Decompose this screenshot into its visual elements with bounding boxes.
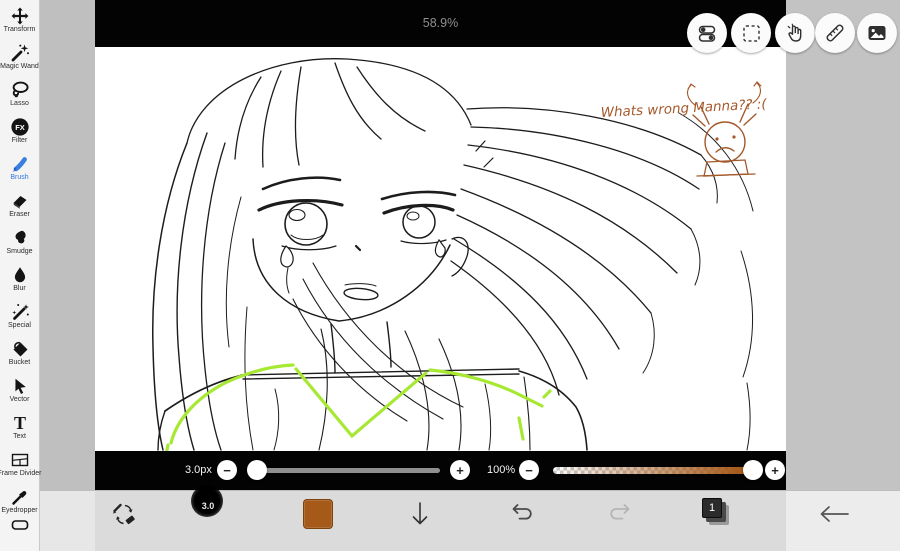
tool-label: Brush xyxy=(10,174,29,181)
sidebar-item-blur[interactable]: Blur xyxy=(0,259,39,296)
current-color-swatch[interactable] xyxy=(303,499,333,529)
redo-button[interactable] xyxy=(605,501,633,525)
paint-app-window: Transform Magic Wand Lasso FX Filter Bru… xyxy=(0,0,900,551)
canvas-artwork: Whats wrong Manna?? :( xyxy=(152,58,768,451)
lasso-icon xyxy=(10,79,30,100)
back-arrow-icon xyxy=(820,506,849,522)
opacity-decrease-button[interactable]: − xyxy=(519,460,539,480)
tool-sidebar: Transform Magic Wand Lasso FX Filter Bru… xyxy=(0,0,42,551)
layer-count-badge: 1 xyxy=(702,498,722,518)
tool-label: Text xyxy=(13,433,26,440)
sidebar-item-brush[interactable]: Brush xyxy=(0,148,39,185)
sidebar-item-filter[interactable]: FX Filter xyxy=(0,111,39,148)
smudge-icon xyxy=(10,227,30,248)
back-button[interactable] xyxy=(816,503,852,525)
workspace-background: 58.9% Whats wrong Manna??:(3.0px − + 1… xyxy=(40,0,786,490)
ruler-button[interactable] xyxy=(815,13,855,53)
opacity-increase-button[interactable]: + xyxy=(765,460,785,480)
image-icon xyxy=(868,26,886,40)
undo-icon xyxy=(512,503,532,519)
layers-button[interactable]: 1 xyxy=(702,498,732,528)
sidebar-item-partial[interactable] xyxy=(0,518,39,532)
svg-text:FX: FX xyxy=(15,122,25,131)
hand-gesture-button[interactable] xyxy=(775,13,815,53)
tool-label: Vector xyxy=(9,396,30,403)
magic-wand-icon xyxy=(10,42,30,63)
size-slider-track[interactable] xyxy=(247,460,440,480)
chibi-doodle xyxy=(686,81,762,177)
marquee-selection-icon xyxy=(742,24,760,42)
panel-icon xyxy=(11,520,28,530)
tool-label: Special xyxy=(8,322,31,329)
brush-icon xyxy=(10,153,30,174)
vector-cursor-icon xyxy=(10,375,30,396)
sidebar-item-transform[interactable]: Transform xyxy=(0,0,39,37)
right-side-panel xyxy=(786,0,900,490)
brush-size-preview[interactable]: 3.0 xyxy=(191,485,225,519)
sidebar-item-text[interactable]: T Text xyxy=(0,407,39,444)
tool-label: Smudge xyxy=(6,248,33,255)
green-collar-highlight xyxy=(165,363,552,451)
girl-face-sketch xyxy=(252,140,494,322)
tool-label: Blur xyxy=(13,285,26,292)
tool-label: Eyedropper xyxy=(1,507,38,514)
tool-label: Lasso xyxy=(10,100,29,107)
redo-icon xyxy=(609,503,629,519)
opacity-slider-knob[interactable] xyxy=(743,460,763,480)
text-tool-icon: T xyxy=(10,412,30,433)
down-arrow-icon xyxy=(412,502,428,525)
tool-label: Magic Wand xyxy=(0,63,39,70)
filter-fx-icon: FX xyxy=(10,116,30,137)
tool-label: Transform xyxy=(3,26,36,33)
brush-size-value: 3.0 xyxy=(201,501,215,511)
brush-eraser-swap-button[interactable] xyxy=(110,500,138,528)
special-pen-icon xyxy=(10,301,30,322)
eyedropper-icon xyxy=(10,486,30,507)
ruler-icon xyxy=(826,24,844,42)
brush-eraser-swap-icon xyxy=(112,503,135,524)
size-decrease-button[interactable]: − xyxy=(217,460,237,480)
canvas-stack: 58.9% Whats wrong Manna??:(3.0px − + 1… xyxy=(95,0,786,490)
sidebar-item-smudge[interactable]: Smudge xyxy=(0,222,39,259)
frame-divider-icon xyxy=(10,449,30,470)
sidebar-item-magic-wand[interactable]: Magic Wand xyxy=(0,37,39,74)
eraser-icon xyxy=(10,190,30,211)
drawing-canvas[interactable]: Whats wrong Manna?? :( xyxy=(95,47,786,451)
tool-label: Filter xyxy=(11,137,28,144)
pull-down-button[interactable] xyxy=(408,500,432,528)
toolbar-left-pad xyxy=(40,491,95,551)
opacity-slider-track[interactable] xyxy=(553,460,763,480)
image-materials-button[interactable] xyxy=(857,13,897,53)
select-tool-button[interactable] xyxy=(731,13,771,53)
sidebar-item-lasso[interactable]: Lasso xyxy=(0,74,39,111)
svg-text:T: T xyxy=(13,413,25,433)
bottom-toolbar xyxy=(40,490,900,551)
sidebar-item-bucket[interactable]: Bucket xyxy=(0,333,39,370)
tool-label: Bucket xyxy=(8,359,31,366)
hand-icon xyxy=(787,23,802,42)
blur-drop-icon xyxy=(10,264,30,285)
bucket-icon xyxy=(10,338,30,359)
canvas-top-bar: 58.9% xyxy=(95,0,786,47)
layer-blend-toggle-button[interactable] xyxy=(687,13,727,53)
tool-label: Frame Divider xyxy=(0,470,42,477)
sidebar-item-eyedropper[interactable]: Eyedropper xyxy=(0,481,39,518)
brush-size-label: 3.0px xyxy=(185,464,212,476)
size-slider-knob[interactable] xyxy=(247,460,267,480)
size-increase-button[interactable]: + xyxy=(450,460,470,480)
undo-button[interactable] xyxy=(508,501,536,525)
sidebar-item-vector[interactable]: Vector xyxy=(0,370,39,407)
sidebar-item-special[interactable]: Special xyxy=(0,296,39,333)
transform-icon xyxy=(10,5,30,26)
zoom-percent-label: 58.9% xyxy=(422,16,459,30)
sidebar-item-eraser[interactable]: Eraser xyxy=(0,185,39,222)
sidebar-item-frame-divider[interactable]: Frame Divider xyxy=(0,444,42,481)
tool-label: Eraser xyxy=(9,211,30,218)
toggles-icon xyxy=(698,25,715,42)
opacity-label: 100% xyxy=(487,464,516,476)
